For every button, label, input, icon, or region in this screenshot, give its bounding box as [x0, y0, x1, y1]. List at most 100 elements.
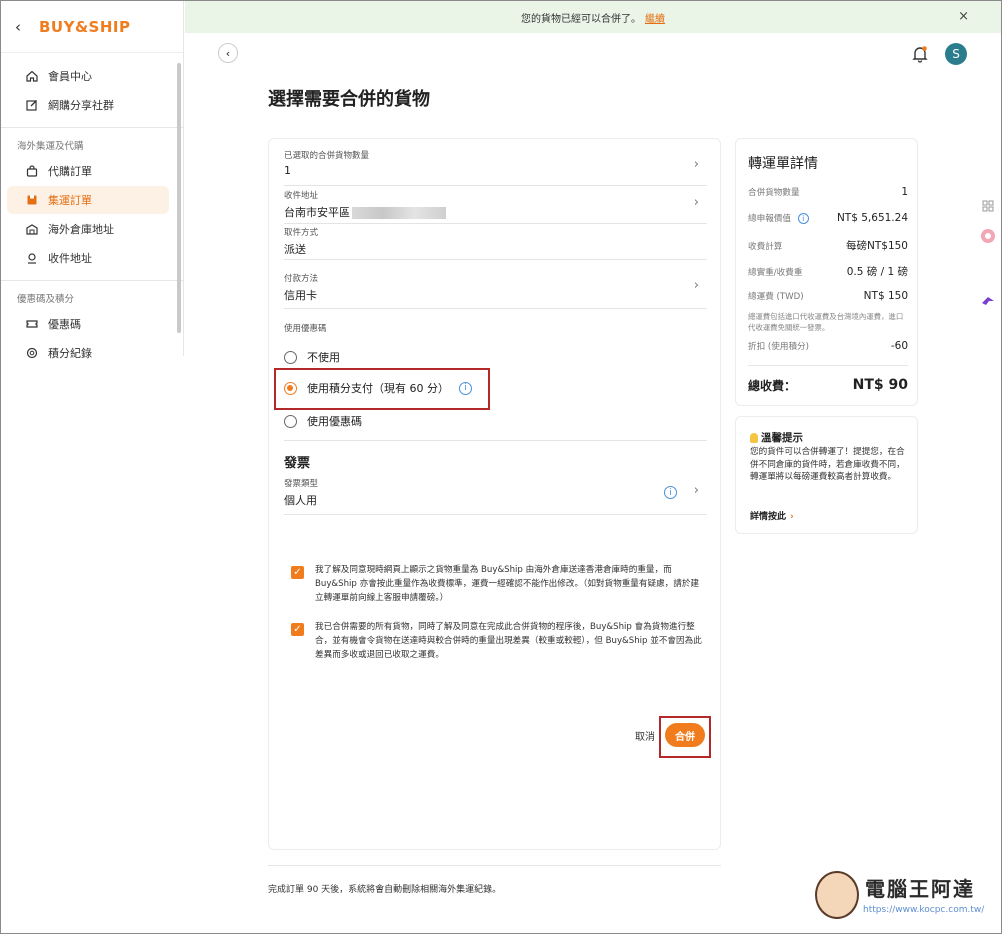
watermark: 電腦王阿達 https://www.kocpc.com.tw/ — [813, 867, 998, 925]
summary-key: 折扣 (使用積分) — [748, 342, 809, 352]
highlight-box — [659, 716, 711, 758]
pickup-row: 取件方式 派送 — [284, 226, 707, 260]
sidebar-item-warehouse-address[interactable]: 海外倉庫地址 — [7, 215, 169, 243]
footer-note: 完成訂單 90 天後，系統將會自動刪除相關海外集運紀錄。 — [268, 885, 502, 895]
radio-circle[interactable] — [284, 350, 297, 364]
agree-weight-checkbox[interactable]: ✓ — [291, 566, 304, 579]
summary-value: NT$ 150 — [863, 290, 908, 302]
sidebar-item-receiving-address[interactable]: 收件地址 — [7, 244, 169, 272]
sidebar-item-label: 收件地址 — [48, 252, 92, 265]
tip-details-link[interactable]: 詳情按此 › — [750, 509, 794, 522]
summary-row: 合併貨物數量 1 — [748, 186, 908, 198]
back-chevron-icon[interactable]: ‹ — [15, 18, 31, 36]
invoice-type-value: 個人用 — [284, 494, 317, 507]
radio-circle[interactable] — [284, 414, 297, 428]
sidebar-item-label: 積分紀錄 — [48, 347, 92, 360]
app-window: ‹ BUY&SHIP 會員中心 網購分享社群 海外集運及代購 代購訂單 集運訂單… — [0, 0, 1002, 934]
agree-merge-text: 我已合併需要的所有貨物，同時了解及同意在完成此合併貨物的程序後，Buy&Ship… — [315, 622, 702, 660]
pickup-label: 取件方式 — [284, 228, 319, 238]
ticket-icon — [25, 317, 39, 331]
bird-icon[interactable] — [979, 292, 997, 310]
footer-divider — [268, 865, 721, 866]
summary-value: 每磅NT$150 — [846, 240, 908, 252]
sidebar-item-label: 代購訂單 — [48, 165, 92, 178]
radio-use-coupon[interactable]: 使用優惠碼 — [284, 413, 362, 429]
location-pin-icon — [25, 251, 39, 265]
payment-label: 付款方法 — [284, 274, 319, 284]
invoice-heading: 發票 — [284, 456, 311, 471]
summary-key: 總申報價值 i — [748, 212, 809, 224]
address-label: 收件地址 — [284, 191, 319, 201]
cancel-button[interactable]: 取消 — [635, 728, 655, 743]
sidebar-item-shipping-orders[interactable]: 集運訂單 — [7, 186, 169, 214]
summary-row: 總申報價值 i NT$ 5,651.24 — [748, 212, 908, 224]
summary-key: 合併貨物數量 — [748, 188, 800, 198]
box-icon — [25, 193, 39, 207]
shipment-summary-card: 轉運單詳情 合併貨物數量 1 總申報價值 i NT$ 5,651.24 收費計算… — [735, 138, 918, 406]
chevron-right-icon: › — [693, 483, 699, 498]
sidebar-item-points[interactable]: 積分紀錄 — [7, 339, 169, 367]
tip-body: 您的貨件可以合併轉運了！提提您，在合併不同倉庫的貨件時，若倉庫收費不同，轉運單將… — [750, 447, 905, 482]
summary-note: 總運費包括進口代收運費及台灣境內運費，進口代收運費免關統一發票。 — [748, 312, 904, 332]
sidebar-item-coupons[interactable]: 優惠碼 — [7, 310, 169, 338]
summary-key: 收費計算 — [748, 241, 783, 252]
agree-merge-checkbox[interactable]: ✓ — [291, 623, 304, 636]
tip-card: 溫馨提示 您的貨件可以合併轉運了！提提您，在合併不同倉庫的貨件時，若倉庫收費不同… — [735, 416, 918, 534]
summary-value: -60 — [890, 340, 908, 352]
sidebar-item-member-center[interactable]: 會員中心 — [7, 62, 169, 90]
avatar[interactable]: S — [945, 43, 967, 65]
invoice-type-row[interactable]: 發票類型 個人用 i › — [284, 477, 707, 515]
sidebar-item-label: 海外倉庫地址 — [48, 223, 114, 236]
points-icon — [25, 346, 39, 360]
close-icon[interactable]: × — [958, 9, 969, 24]
back-button[interactable]: ‹ — [218, 43, 238, 63]
watermark-url: https://www.kocpc.com.tw/ — [863, 905, 985, 915]
summary-key: 總實重/收費重 — [748, 267, 803, 278]
banner-continue-link[interactable]: 繼續 — [645, 10, 665, 25]
tip-title: 溫馨提示 — [750, 430, 803, 445]
palette-icon[interactable] — [979, 227, 997, 245]
bell-icon[interactable] — [912, 45, 928, 63]
home-icon — [25, 69, 39, 83]
info-icon[interactable]: i — [664, 486, 677, 499]
address-value: 台南市安平區 — [284, 204, 707, 220]
bag-icon — [25, 164, 39, 178]
info-icon[interactable]: i — [797, 213, 809, 224]
payment-row[interactable]: 付款方法 信用卡 › — [284, 272, 707, 309]
radio-no-coupon[interactable]: 不使用 — [284, 349, 340, 365]
sidebar: ‹ BUY&SHIP 會員中心 網購分享社群 海外集運及代購 代購訂單 集運訂單… — [1, 1, 184, 360]
total-label: 總收費： — [748, 379, 797, 393]
warehouse-icon — [25, 222, 39, 236]
sidebar-scrollbar[interactable] — [177, 63, 181, 333]
summary-row: 折扣 (使用積分) -60 — [748, 340, 908, 352]
coupon-section-label: 使用優惠碼 — [284, 324, 327, 334]
watermark-name: 電腦王阿達 — [865, 877, 975, 901]
summary-value: NT$ 5,651.24 — [836, 212, 908, 224]
sidebar-section-title: 優惠碼及積分 — [17, 294, 75, 305]
summary-title: 轉運單詳情 — [748, 156, 818, 172]
notification-banner: 您的貨物已經可以合併了。 繼續 × — [185, 1, 1001, 33]
sidebar-item-community[interactable]: 網購分享社群 — [7, 91, 169, 119]
chevron-right-icon: › — [693, 278, 699, 293]
page-title: 選擇需要合併的貨物 — [268, 89, 430, 110]
summary-value: 1 — [901, 186, 908, 198]
redacted-address — [352, 207, 446, 219]
divider — [284, 440, 707, 441]
summary-value: 0.5 磅 / 1 磅 — [846, 266, 908, 278]
selected-count-label: 已選取的合併貨物數量 — [284, 151, 370, 161]
payment-value: 信用卡 — [284, 289, 317, 302]
pickup-value: 派送 — [284, 243, 306, 256]
sidebar-item-purchase-orders[interactable]: 代購訂單 — [7, 157, 169, 185]
summary-key: 總運費 (TWD) — [748, 292, 804, 302]
sidebar-item-label: 會員中心 — [48, 70, 92, 83]
lightbulb-icon — [750, 432, 758, 443]
merge-form-card: 已選取的合併貨物數量 1 › 收件地址 台南市安平區 › 取件方式 派送 付款方… — [268, 138, 721, 850]
grid-icon[interactable] — [979, 197, 997, 215]
sidebar-header: ‹ BUY&SHIP — [1, 1, 183, 53]
summary-row: 總實重/收費重 0.5 磅 / 1 磅 — [748, 264, 908, 279]
sidebar-section-title: 海外集運及代購 — [17, 141, 84, 152]
selected-count-row[interactable]: 已選取的合併貨物數量 1 › — [284, 149, 707, 186]
edit-icon — [25, 98, 39, 112]
address-row[interactable]: 收件地址 台南市安平區 › — [284, 189, 707, 224]
selected-count-value: 1 — [284, 164, 291, 177]
